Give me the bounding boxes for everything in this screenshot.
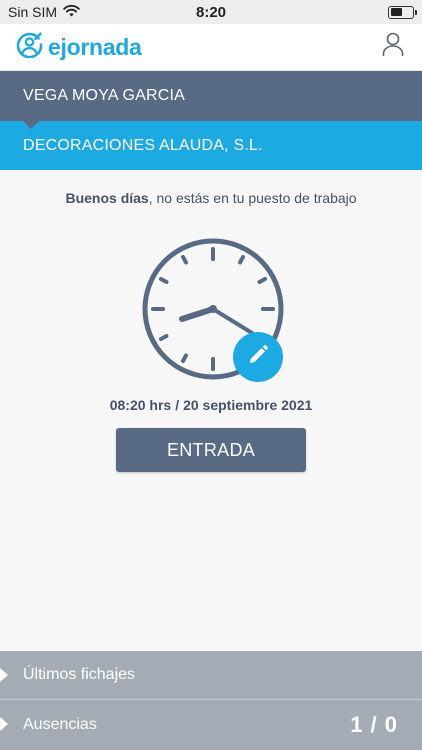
greeting-bold: Buenos días [65,190,149,206]
user-profile-button[interactable] [380,32,406,62]
status-left: Sin SIM [8,4,80,20]
current-datetime: 08:20 hrs/20 septiembre 2021 [0,397,422,413]
app-header: ejornada [0,24,422,71]
ausencias-row[interactable]: Ausencias 1 / 0 [0,700,422,750]
wifi-icon [63,4,80,20]
current-time: 08:20 hrs [109,397,172,413]
user-icon [382,32,404,62]
ultimos-fichajes-label: Últimos fichajes [23,666,136,683]
ejornada-logo-icon [16,31,43,63]
employee-name: VEGA MOYA GARCIA [23,87,186,104]
caret-down-indicator [22,120,40,129]
company-bar[interactable]: DECORACIONES ALAUDA, S.L. [0,121,422,170]
entrada-button[interactable]: ENTRADA [116,428,306,472]
triangle-right-icon [0,668,8,682]
pencil-icon [247,344,269,371]
ultimos-fichajes-row[interactable]: Últimos fichajes [0,651,422,699]
company-name: DECORACIONES ALAUDA, S.L. [23,136,263,154]
battery-level [390,8,403,16]
datetime-separator: / [175,397,180,413]
status-bar: Sin SIM 8:20 [0,0,422,24]
ausencias-count: 1 / 0 [350,712,398,737]
ausencias-label: Ausencias [23,716,97,733]
greeting-message: Buenos días, no estás en tu puesto de tr… [0,190,422,206]
app-logo[interactable]: ejornada [16,31,142,63]
carrier-label: Sin SIM [8,4,58,20]
greeting-rest: , no estás en tu puesto de trabajo [148,190,357,206]
triangle-right-icon [0,717,8,731]
edit-time-button[interactable] [233,332,283,382]
logo-text: ejornada [48,33,142,60]
battery-icon [388,5,417,19]
employee-name-bar[interactable]: VEGA MOYA GARCIA [0,71,422,129]
current-date: 20 septiembre 2021 [183,397,313,413]
